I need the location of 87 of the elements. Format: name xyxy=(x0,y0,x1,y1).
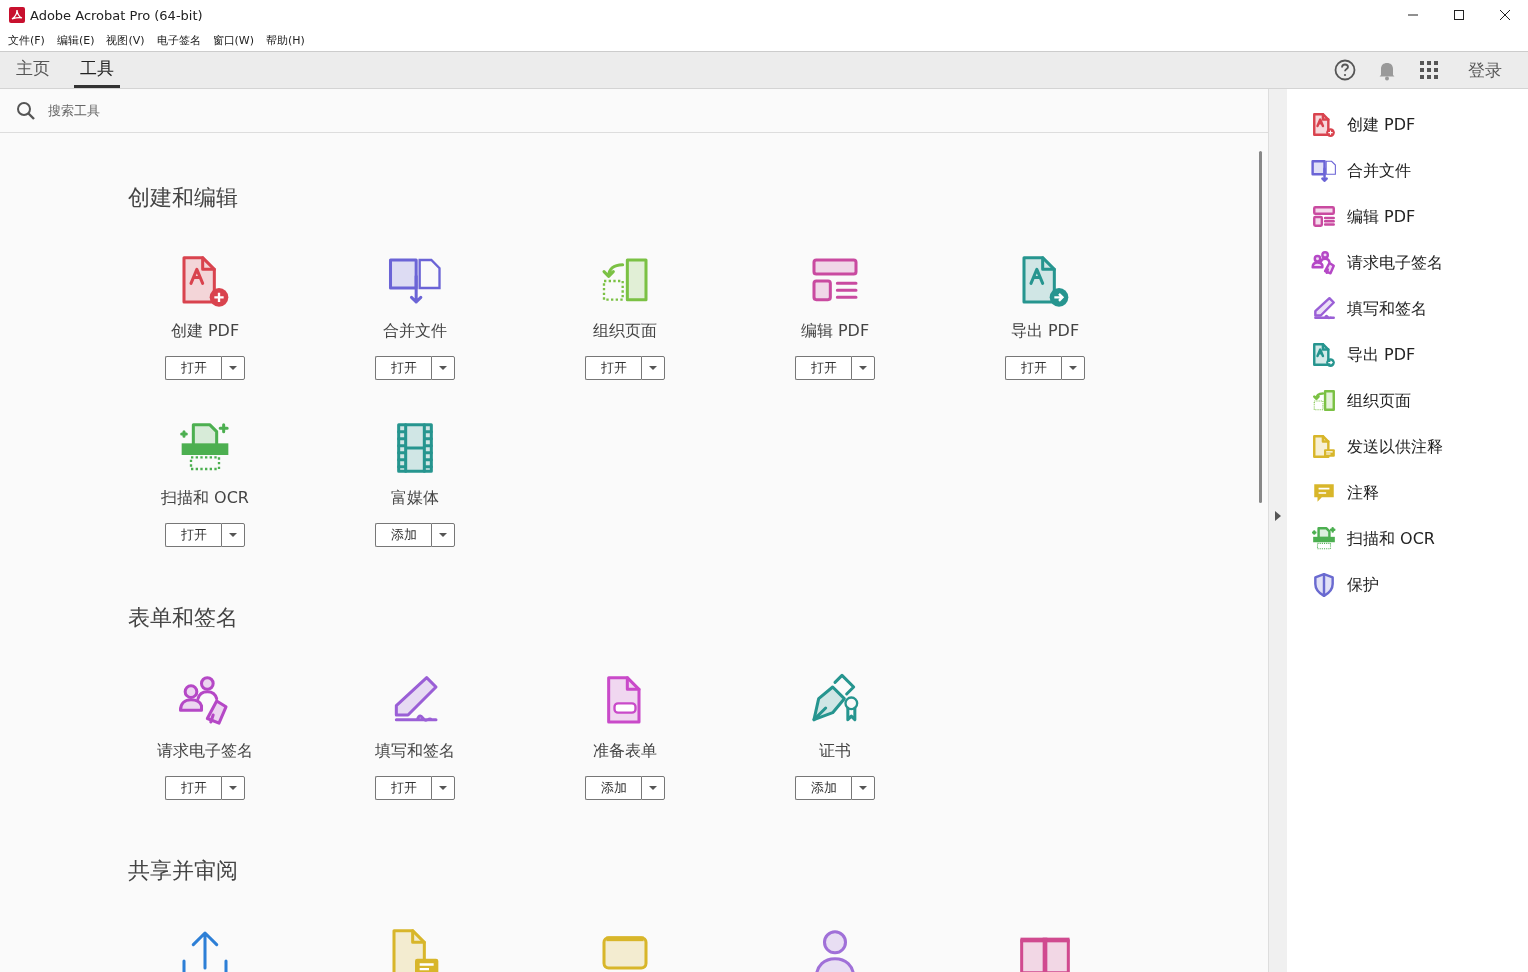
sidebar-item[interactable]: 注释 xyxy=(1311,477,1528,509)
menu-item[interactable]: 帮助(H) xyxy=(266,33,305,48)
sidebar-label: 合并文件 xyxy=(1347,160,1411,182)
menu-item[interactable]: 电子签名 xyxy=(156,33,201,48)
tool-action-button[interactable]: 打开 xyxy=(1005,356,1061,380)
menu-item[interactable]: 窗口(W) xyxy=(212,33,255,48)
dropdown-button[interactable] xyxy=(221,356,245,380)
tool-label: 准备表单 xyxy=(593,741,657,762)
caret-icon xyxy=(649,786,657,790)
sidebar-item[interactable]: 填写和签名 xyxy=(1311,293,1528,325)
scrollbar-thumb[interactable] xyxy=(1259,151,1262,503)
tool-label: 富媒体 xyxy=(391,488,439,509)
sidebar-label: 扫描和 OCR xyxy=(1347,528,1435,550)
caret-icon xyxy=(649,366,657,370)
menu-item[interactable]: 文件(F) xyxy=(8,33,45,48)
sidebar-item[interactable]: 组织页面 xyxy=(1311,385,1528,417)
tool-label: 证书 xyxy=(819,741,851,762)
sidebar-item[interactable]: 请求电子签名 xyxy=(1311,247,1528,279)
close-icon[interactable] xyxy=(1499,9,1511,21)
caret-icon xyxy=(439,786,447,790)
tool-label: 创建 PDF xyxy=(170,321,240,342)
dropdown-button[interactable] xyxy=(221,523,245,547)
dropdown-button[interactable] xyxy=(641,356,665,380)
dropdown-button[interactable] xyxy=(431,776,455,800)
caret-icon xyxy=(859,366,867,370)
caret-icon xyxy=(439,533,447,537)
sidebar-label: 请求电子签名 xyxy=(1347,252,1443,274)
sidebar-label: 注释 xyxy=(1347,482,1379,504)
help-icon[interactable] xyxy=(1334,59,1356,81)
sidebar-label: 发送以供注释 xyxy=(1347,436,1443,458)
tool-action-button[interactable]: 添加 xyxy=(795,776,851,800)
caret-icon xyxy=(229,366,237,370)
tool-label: 请求电子签名 xyxy=(157,741,253,762)
tool-label: 扫描和 OCR xyxy=(161,488,249,509)
menu-item[interactable]: 视图(V) xyxy=(106,33,145,48)
dropdown-button[interactable] xyxy=(431,523,455,547)
dropdown-button[interactable] xyxy=(221,776,245,800)
sidebar-item[interactable]: 扫描和 OCR xyxy=(1311,523,1528,555)
sidebar-label: 组织页面 xyxy=(1347,390,1411,412)
sidebar-label: 创建 PDF xyxy=(1347,114,1416,136)
tool-action-button[interactable]: 打开 xyxy=(585,356,641,380)
search-icon xyxy=(16,100,36,121)
sidebar-item[interactable]: 发送以供注释 xyxy=(1311,431,1528,463)
sidebar-item[interactable]: 合并文件 xyxy=(1311,155,1528,187)
section-title: 共享并审阅 xyxy=(127,857,239,885)
caret-icon xyxy=(229,786,237,790)
sign-in-link[interactable]: 登录 xyxy=(1468,58,1502,82)
tool-action-button[interactable]: 打开 xyxy=(165,776,221,800)
tool-action-button[interactable]: 打开 xyxy=(375,356,431,380)
tool-action-button[interactable]: 打开 xyxy=(165,523,221,547)
tool-label: 编辑 PDF xyxy=(800,321,870,342)
maximize-icon[interactable] xyxy=(1453,9,1465,21)
dropdown-button[interactable] xyxy=(851,356,875,380)
dropdown-button[interactable] xyxy=(851,776,875,800)
sidebar-label: 保护 xyxy=(1347,574,1379,596)
tool-label: 合并文件 xyxy=(383,321,447,342)
sidebar-label: 填写和签名 xyxy=(1347,298,1427,320)
tool-action-button[interactable]: 打开 xyxy=(165,356,221,380)
expand-arrow-icon[interactable] xyxy=(1274,510,1282,521)
caret-icon xyxy=(1069,366,1077,370)
tool-action-button[interactable]: 打开 xyxy=(375,776,431,800)
tool-action-button[interactable]: 添加 xyxy=(585,776,641,800)
caret-icon xyxy=(229,533,237,537)
dropdown-button[interactable] xyxy=(641,776,665,800)
sidebar-label: 编辑 PDF xyxy=(1347,206,1416,228)
tool-label: 填写和签名 xyxy=(375,741,455,762)
menu-item[interactable]: 编辑(E) xyxy=(56,33,95,48)
dropdown-button[interactable] xyxy=(1061,356,1085,380)
caret-icon xyxy=(859,786,867,790)
tool-action-button[interactable]: 打开 xyxy=(795,356,851,380)
sidebar-item[interactable]: 保护 xyxy=(1311,569,1528,601)
sidebar-item[interactable]: 创建 PDF xyxy=(1311,109,1528,141)
tool-action-button[interactable]: 添加 xyxy=(375,523,431,547)
section-title: 表单和签名 xyxy=(127,604,239,632)
tab[interactable]: 主页 xyxy=(10,52,56,88)
tool-label: 导出 PDF xyxy=(1010,321,1080,342)
app-logo-icon xyxy=(9,7,25,23)
window-title: Adobe Acrobat Pro (64-bit) xyxy=(30,7,203,23)
sidebar-label: 导出 PDF xyxy=(1347,344,1416,366)
apps-grid-icon[interactable] xyxy=(1418,59,1440,81)
tool-label: 组织页面 xyxy=(593,321,657,342)
caret-icon xyxy=(439,366,447,370)
sidebar-item[interactable]: 编辑 PDF xyxy=(1311,201,1528,233)
section-title: 创建和编辑 xyxy=(127,184,239,212)
dropdown-button[interactable] xyxy=(431,356,455,380)
search-field[interactable]: 搜索工具 xyxy=(46,102,450,119)
sidebar-item[interactable]: 导出 PDF xyxy=(1311,339,1528,371)
